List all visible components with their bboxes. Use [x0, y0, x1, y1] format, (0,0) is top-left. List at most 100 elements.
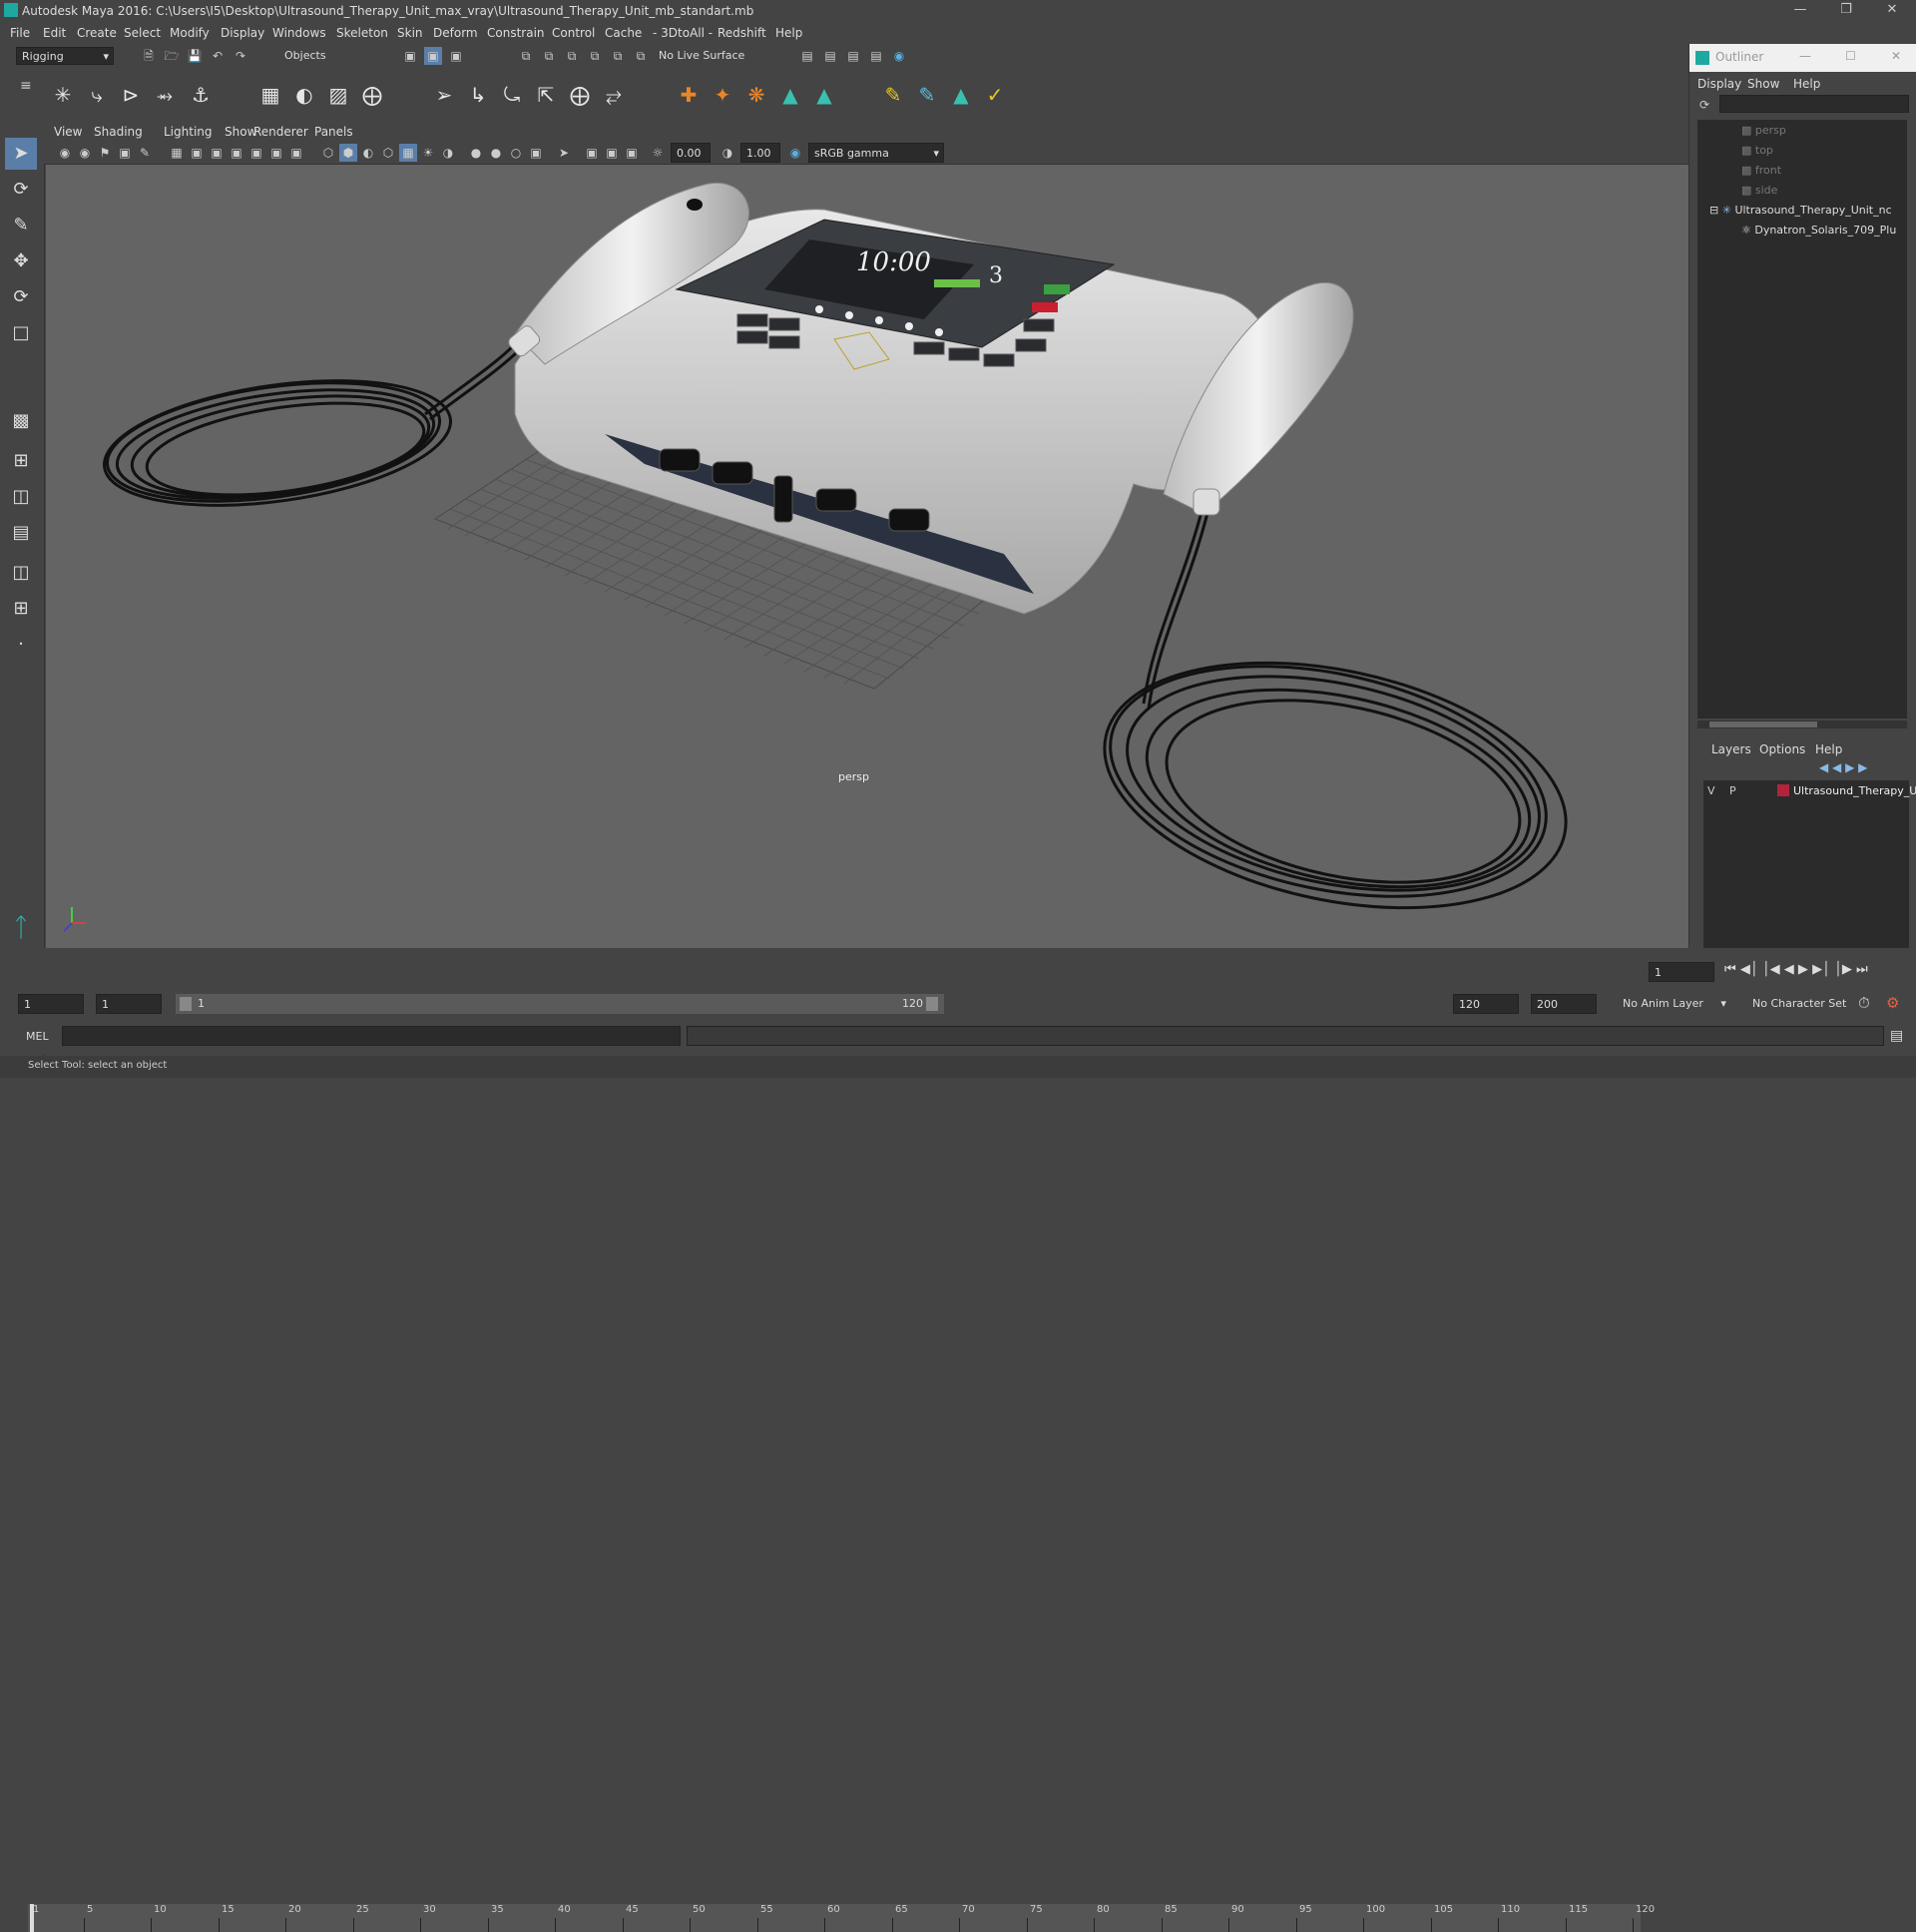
- close-icon[interactable]: ✕: [1891, 49, 1901, 63]
- character-set-dropdown[interactable]: No Character Set: [1752, 997, 1846, 1010]
- minimize-icon[interactable]: —: [1780, 2, 1820, 20]
- color-management-icon[interactable]: ◉: [786, 144, 804, 162]
- minimize-icon[interactable]: —: [1799, 49, 1811, 63]
- menu-cache[interactable]: Cache: [605, 26, 642, 40]
- collapse-icon[interactable]: ⊟: [1709, 204, 1722, 217]
- field-chart-icon[interactable]: ▣: [247, 144, 265, 162]
- layout-graph-icon[interactable]: ◫: [5, 557, 37, 589]
- gamma-field[interactable]: 1.00: [740, 143, 780, 163]
- step-back-icon[interactable]: ◀│: [1740, 962, 1758, 977]
- viewport-menu-view[interactable]: View: [54, 125, 82, 139]
- rotate-tool-icon[interactable]: ⟳: [5, 281, 37, 313]
- motion-blur-icon[interactable]: ●: [487, 144, 505, 162]
- outliner-item-ultrasound[interactable]: ⊟ ✳ Ultrasound_Therapy_Unit_nc: [1709, 204, 1892, 222]
- outliner-item-top[interactable]: ▩ top: [1741, 144, 1773, 162]
- joint-tool-icon[interactable]: ✳: [48, 80, 78, 110]
- move-tool-icon[interactable]: ✥: [5, 245, 37, 277]
- menu-control[interactable]: Control: [552, 26, 595, 40]
- paint-weights-icon[interactable]: ◐: [289, 80, 319, 110]
- render-settings-icon[interactable]: ▤: [798, 47, 816, 65]
- point-constraint-icon[interactable]: ➢: [429, 80, 459, 110]
- menu-constrain[interactable]: Constrain: [487, 26, 545, 40]
- bind-skin-icon[interactable]: ▦: [255, 80, 285, 110]
- snap-grid-icon[interactable]: ⧉: [517, 47, 535, 65]
- menu-edit[interactable]: Edit: [43, 26, 66, 40]
- outliner-menu-help[interactable]: Help: [1793, 77, 1820, 91]
- wireframe-on-shaded-icon[interactable]: ⬡: [379, 144, 397, 162]
- rigging-tool-icon[interactable]: ✎: [878, 80, 908, 110]
- snap-point-icon[interactable]: ⧉: [563, 47, 581, 65]
- set-driven-key-icon[interactable]: ✦: [708, 80, 737, 110]
- select-component-icon[interactable]: ▣: [447, 47, 465, 65]
- menu-redshift[interactable]: Redshift: [718, 26, 766, 40]
- exposure-icon[interactable]: ☼: [649, 144, 667, 162]
- close-icon[interactable]: ✕: [1872, 2, 1912, 20]
- playback-end-field[interactable]: 120: [1453, 994, 1519, 1014]
- ambient-occlusion-icon[interactable]: ●: [467, 144, 485, 162]
- outliner-hscrollbar[interactable]: [1697, 721, 1907, 728]
- depth-of-field-icon[interactable]: ▣: [527, 144, 545, 162]
- ipr-render-icon[interactable]: ▤: [844, 47, 862, 65]
- scale-tool-icon[interactable]: □: [5, 317, 37, 349]
- layer-playback-toggle[interactable]: P: [1729, 784, 1736, 797]
- menu-windows[interactable]: Windows: [272, 26, 326, 40]
- start-time-field[interactable]: 1: [18, 994, 84, 1014]
- layers-menu-layers[interactable]: Layers: [1711, 742, 1751, 756]
- maya-script2-icon[interactable]: ▲: [809, 80, 839, 110]
- gamma-icon[interactable]: ◑: [718, 144, 736, 162]
- snap-curve-icon[interactable]: ⧉: [540, 47, 558, 65]
- aim-constraint-icon[interactable]: ↳: [463, 80, 493, 110]
- current-frame-field[interactable]: 1: [1649, 962, 1714, 982]
- ik-spline-icon[interactable]: ⊳: [116, 80, 146, 110]
- refresh-icon[interactable]: ⟳: [1699, 98, 1709, 112]
- step-forward-key-icon[interactable]: ▶│: [1812, 962, 1830, 977]
- scale-constraint-icon[interactable]: ⇱: [531, 80, 561, 110]
- menu-deform[interactable]: Deform: [433, 26, 478, 40]
- maya-script-icon[interactable]: ▲: [775, 80, 805, 110]
- outliner-menu-display[interactable]: Display: [1697, 77, 1741, 91]
- layers-menu-help[interactable]: Help: [1815, 742, 1842, 756]
- layer-color-swatch[interactable]: [1777, 784, 1789, 796]
- new-scene-icon[interactable]: 🗎: [140, 47, 158, 65]
- cluster-icon[interactable]: ⨁: [357, 80, 387, 110]
- parent-constraint-icon[interactable]: ⨁: [565, 80, 595, 110]
- menuset-dropdown[interactable]: Rigging ▾: [16, 47, 114, 65]
- ik-handle-icon[interactable]: ⤷: [82, 80, 112, 110]
- mel-command-input[interactable]: [62, 1026, 681, 1046]
- viewport-menu-show[interactable]: Show: [225, 125, 256, 139]
- lasso-tool-icon[interactable]: ⟳: [5, 174, 37, 206]
- select-tool-icon[interactable]: ➤: [5, 138, 37, 170]
- paint-select-icon[interactable]: ✎: [5, 210, 37, 242]
- viewport-menu-shading[interactable]: Shading: [94, 125, 143, 139]
- playback-start-field[interactable]: 1: [96, 994, 162, 1014]
- viewport-menu-panels[interactable]: Panels: [314, 125, 353, 139]
- maya-logo-icon[interactable]: ▲: [946, 80, 976, 110]
- step-back-key-icon[interactable]: │◀: [1762, 962, 1780, 977]
- menu-create[interactable]: Create: [77, 26, 117, 40]
- image-plane-icon[interactable]: ▣: [116, 144, 134, 162]
- isolate-select-icon[interactable]: ➤: [555, 144, 573, 162]
- outliner-search-input[interactable]: [1719, 95, 1909, 113]
- anti-aliasing-icon[interactable]: ○: [507, 144, 525, 162]
- film-gate-icon[interactable]: ▣: [188, 144, 206, 162]
- go-to-end-icon[interactable]: ⏭: [1856, 962, 1868, 977]
- shelf-menu-icon[interactable]: ≡: [20, 78, 32, 94]
- outliner-item-side[interactable]: ▩ side: [1741, 184, 1777, 202]
- grease-pencil-icon[interactable]: ✎: [136, 144, 154, 162]
- smooth-shade-icon[interactable]: ⬢: [339, 144, 357, 162]
- perspective-viewport[interactable]: 10:00 3: [46, 165, 1688, 948]
- script-language-label[interactable]: MEL: [26, 1030, 49, 1043]
- outliner-item-front[interactable]: ▩ front: [1741, 164, 1781, 182]
- xray-components-icon[interactable]: ▣: [623, 144, 641, 162]
- pole-vector-icon[interactable]: ⥂: [599, 80, 629, 110]
- undo-icon[interactable]: ↶: [209, 47, 227, 65]
- collapse-toolbox-icon[interactable]: ·: [5, 629, 37, 661]
- script-editor-icon[interactable]: ▤: [1890, 1028, 1903, 1044]
- live-surface-label[interactable]: No Live Surface: [659, 49, 744, 62]
- layout-two-icon[interactable]: ◫: [5, 481, 37, 513]
- xray-joints-icon[interactable]: ▣: [603, 144, 621, 162]
- range-bar[interactable]: 1 120: [176, 994, 944, 1014]
- open-scene-icon[interactable]: 🗁: [163, 47, 181, 65]
- restore-icon[interactable]: ❐: [1826, 2, 1866, 20]
- menu-skin[interactable]: Skin: [397, 26, 423, 40]
